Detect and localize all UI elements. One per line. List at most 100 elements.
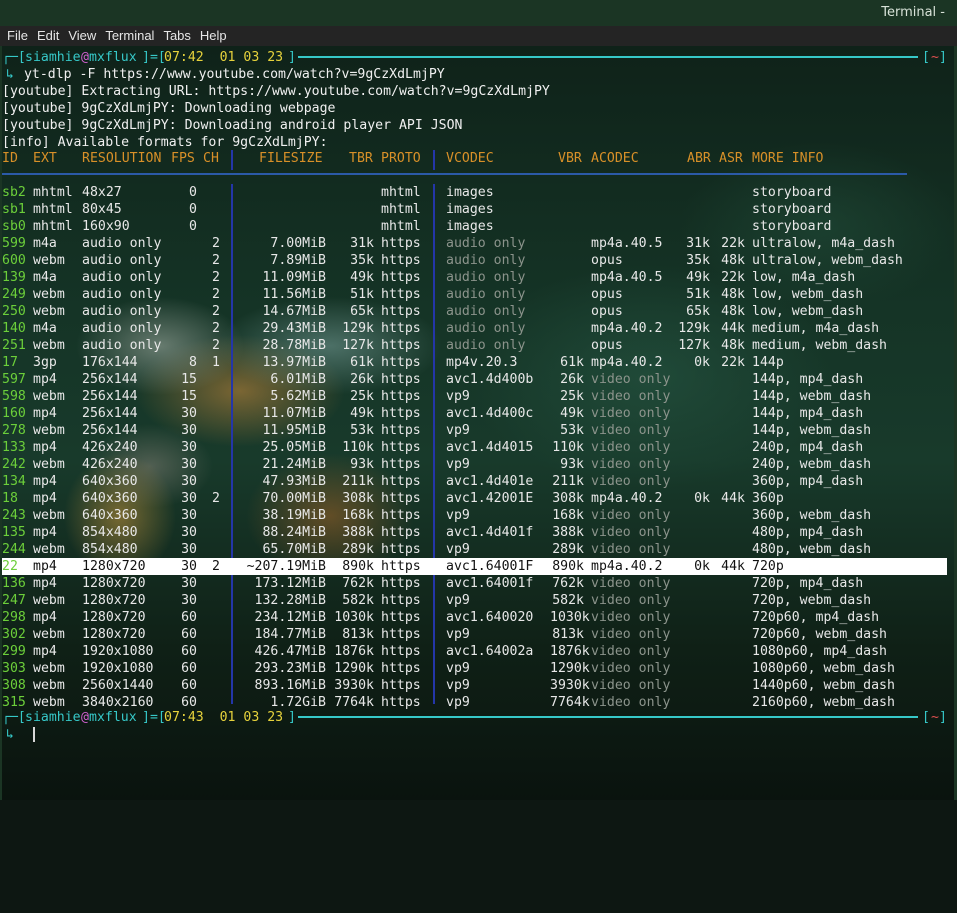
table-row: 600 webm audio only 2 7.89MiB 35k https audio o… (2, 252, 952, 269)
cell-vbr: 289k (552, 542, 584, 557)
menu-edit[interactable]: Edit (30, 26, 59, 43)
cell-acodec: mp4a.40.2 (591, 491, 663, 506)
cell-ch: 1 (212, 355, 220, 370)
cell-ext: mhtml (33, 185, 73, 200)
cell-asr: 48k (721, 338, 745, 353)
cell-proto: https (381, 270, 421, 285)
cell-tbr: 308k (342, 491, 374, 506)
cell-res: 1920x1080 (82, 644, 154, 659)
cell-vcodec: avc1.640020 (446, 610, 534, 625)
cell-proto: https (381, 389, 421, 404)
cell-fps: 0 (189, 219, 197, 234)
cell-more: 360p, mp4_dash (752, 474, 864, 489)
prompt-at: @ (81, 710, 89, 725)
cell-res: audio only (82, 270, 162, 285)
cell-proto: https (381, 678, 421, 693)
table-row: 598 webm 256x144 15 5.62MiB 25k https vp9 25k vid… (2, 388, 952, 405)
cell-tbr: 582k (342, 593, 374, 608)
menu-file[interactable]: File (0, 26, 28, 43)
cell-acodec: opus (591, 304, 623, 319)
menu-view[interactable]: View (61, 26, 96, 43)
cell-ext: mp4 (33, 474, 57, 489)
cell-res: 256x144 (82, 423, 138, 438)
table-row: 302 webm 1280x720 60 184.77MiB 813k https vp9 81… (2, 626, 952, 643)
cell-vcodec: audio only (446, 270, 526, 285)
cell-proto: https (381, 627, 421, 642)
prompt-dir: ~ (931, 710, 939, 725)
menu-help[interactable]: Help (193, 26, 227, 43)
cell-ext: webm (33, 627, 65, 642)
prompt-rule (298, 56, 918, 58)
prompt-user: siamhie (25, 50, 81, 65)
cell-ch: 2 (212, 491, 220, 506)
cell-size: 184.77MiB (254, 627, 326, 642)
cell-proto: https (381, 644, 421, 659)
cell-ch: 2 (212, 321, 220, 336)
cell-tbr: 93k (350, 457, 374, 472)
cell-fps: 15 (181, 389, 197, 404)
cell-id: sb0 (2, 219, 26, 234)
header-proto: PROTO (381, 151, 421, 166)
header-tbr: TBR (349, 151, 373, 166)
cell-id: 18 (2, 491, 18, 506)
cell-vcodec: audio only (446, 253, 526, 268)
cell-tbr: 3930k (334, 678, 374, 693)
table-row: 22 mp4 1280x720 30 2 ~207.19MiB 890k https avc1.… (2, 558, 952, 575)
cell-proto: https (381, 304, 421, 319)
cell-proto: https (381, 593, 421, 608)
cell-res: 426x240 (82, 457, 138, 472)
table-row: 251 webm audio only 2 28.78MiB 127k https audio… (2, 337, 952, 354)
table-row: 597 mp4 256x144 15 6.01MiB 26k https avc1.4d400… (2, 371, 952, 388)
cell-tbr: 26k (350, 372, 374, 387)
cell-acodec: video only (591, 661, 671, 676)
cell-fps: 8 (189, 355, 197, 370)
cell-abr: 129k (678, 321, 710, 336)
table-row: 299 mp4 1920x1080 60 426.47MiB 1876k https avc1… (2, 643, 952, 660)
cell-vbr: 26k (560, 372, 584, 387)
table-row: 133 mp4 426x240 30 25.05MiB 110k https avc1.4d4… (2, 439, 952, 456)
cell-vbr: 61k (560, 355, 584, 370)
prompt-host: mxflux (89, 710, 137, 725)
menu-terminal[interactable]: Terminal (98, 26, 154, 43)
cell-size: 14.67MiB (262, 304, 326, 319)
cell-res: 1280x720 (82, 610, 146, 625)
table-row: 140 m4a audio only 2 29.43MiB 129k https audio … (2, 320, 952, 337)
cell-id: 247 (2, 593, 26, 608)
cell-ext: webm (33, 423, 65, 438)
cell-vbr: 582k (552, 593, 584, 608)
cell-acodec: video only (591, 695, 671, 710)
cell-res: 80x45 (82, 202, 122, 217)
terminal-output[interactable]: ┌─[ siamhie @ mxflux ]=[ 07:42 01 03 23 … (2, 46, 954, 800)
cell-proto: https (381, 508, 421, 523)
cell-acodec: video only (591, 593, 671, 608)
cell-abr: 0k (694, 491, 710, 506)
cell-more: 480p, mp4_dash (752, 525, 864, 540)
cell-ext: mp4 (33, 440, 57, 455)
cell-fps: 0 (189, 185, 197, 200)
cell-res: 640x360 (82, 491, 138, 506)
cell-proto: https (381, 423, 421, 438)
cell-ext: mp4 (33, 610, 57, 625)
menu-tabs[interactable]: Tabs (156, 26, 190, 43)
cell-vcodec: vp9 (446, 661, 470, 676)
cell-size: 11.56MiB (262, 287, 326, 302)
cell-proto: mhtml (381, 185, 421, 200)
cell-res: 1280x720 (82, 627, 146, 642)
cell-tbr: 890k (342, 559, 374, 574)
table-row: 242 webm 426x240 30 21.24MiB 93k https vp9 93k vi… (2, 456, 952, 473)
cell-size: 70.00MiB (262, 491, 326, 506)
input-line[interactable]: ↳ (2, 726, 34, 743)
title-bar[interactable]: Terminal - (0, 3, 957, 25)
cell-abr: 0k (694, 559, 710, 574)
cell-acodec: opus (591, 253, 623, 268)
cell-acodec: mp4a.40.5 (591, 236, 663, 251)
cell-res: 256x144 (82, 389, 138, 404)
cell-proto: https (381, 474, 421, 489)
log-line: [youtube] 9gCzXdLmjPY: Downloading andro… (2, 118, 463, 133)
cell-ext: mp4 (33, 525, 57, 540)
table-row: 136 mp4 1280x720 30 173.12MiB 762k https avc1.6… (2, 575, 952, 592)
cell-id: 243 (2, 508, 26, 523)
cell-ext: mp4 (33, 491, 57, 506)
cell-tbr: 168k (342, 508, 374, 523)
cell-size: 38.19MiB (262, 508, 326, 523)
